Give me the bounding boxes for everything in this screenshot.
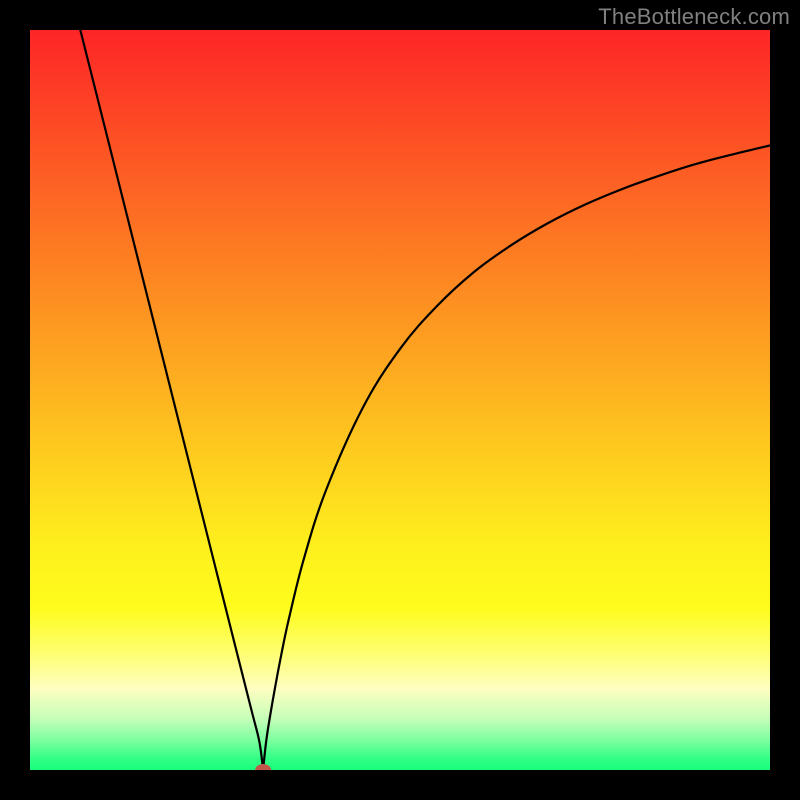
chart-plot bbox=[30, 30, 770, 770]
chart-frame: TheBottleneck.com bbox=[0, 0, 800, 800]
chart-background bbox=[30, 30, 770, 770]
watermark-text: TheBottleneck.com bbox=[598, 4, 790, 30]
chart-svg bbox=[30, 30, 770, 770]
